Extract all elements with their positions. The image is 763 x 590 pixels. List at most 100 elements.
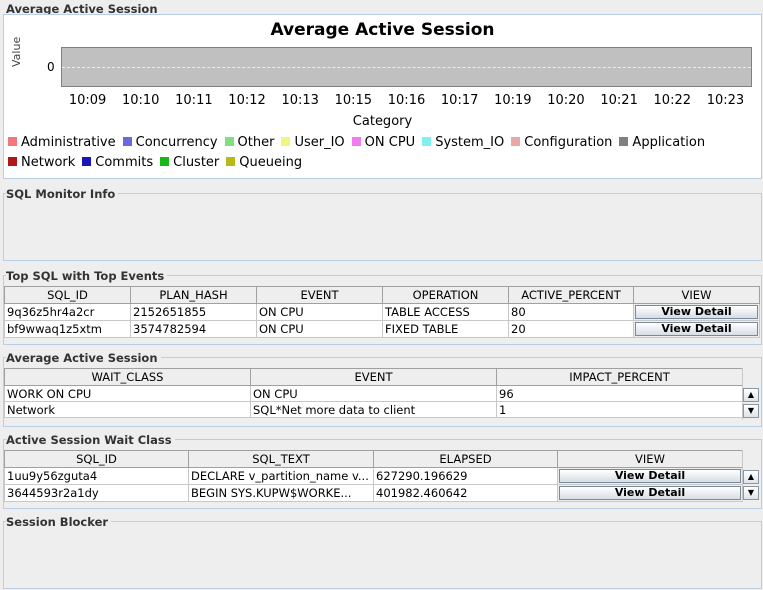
cell-wait-class[interactable]: Network (4, 401, 251, 418)
legend-item: System_IO (422, 135, 504, 150)
avg-active-title: Average Active Session (6, 351, 161, 365)
column-header-wait-class[interactable]: WAIT_CLASS (4, 368, 251, 386)
cell-sql-id[interactable]: bf9wwaq1z5xtm (4, 320, 131, 338)
cell-sql-id[interactable]: 3644593r2a1dy (4, 484, 189, 502)
cell-wait-class[interactable]: WORK ON CPU (4, 385, 251, 402)
table-header-row: SQL_ID SQL_TEXT ELAPSED VIEW (4, 450, 743, 468)
cell-sql-text[interactable]: DECLARE v_partition_name v... (188, 467, 374, 485)
cell-event[interactable]: SQL*Net more data to client (250, 401, 497, 418)
legend-item: Application (619, 135, 705, 150)
chart-x-tick: 10:13 (281, 93, 319, 108)
cell-event[interactable]: ON CPU (250, 385, 497, 402)
cell-view: View Detail (557, 467, 743, 485)
scroll-down-arrow-icon[interactable]: ▼ (743, 486, 759, 500)
sql-monitor-panel: SQL Monitor Info (0, 186, 763, 264)
column-header-impact-percent[interactable]: IMPACT_PERCENT (496, 368, 743, 386)
chart-x-tick: 10:09 (68, 93, 107, 108)
cell-operation[interactable]: TABLE ACCESS (382, 303, 509, 321)
legend-label: Other (237, 135, 275, 150)
cell-sql-id[interactable]: 9q36z5hr4a2cr (4, 303, 131, 321)
scroll-up-arrow-icon[interactable]: ▲ (743, 470, 759, 484)
aas-chart: Average Active Session Value 0 10:09 10:1… (3, 14, 762, 179)
view-detail-button[interactable]: View Detail (635, 322, 758, 336)
cell-sql-id[interactable]: 1uu9y56zguta4 (4, 467, 189, 485)
table-row[interactable]: 9q36z5hr4a2cr 2152651855 ON CPU TABLE AC… (4, 303, 760, 321)
legend-swatch (619, 137, 629, 146)
table-row[interactable]: bf9wwaq1z5xtm 3574782594 ON CPU FIXED TA… (4, 320, 760, 338)
legend-swatch (511, 137, 521, 146)
cell-event[interactable]: ON CPU (256, 303, 383, 321)
cell-active-percent[interactable]: 80 (508, 303, 634, 321)
view-detail-button[interactable]: View Detail (635, 305, 758, 319)
legend-label: Network (21, 155, 76, 170)
column-header-sql-text[interactable]: SQL_TEXT (188, 450, 374, 468)
table-row[interactable]: WORK ON CPU ON CPU 96 (4, 385, 743, 402)
cell-impact-percent[interactable]: 96 (496, 385, 743, 402)
legend-label: Commits (95, 155, 154, 170)
scroll-down-arrow-icon[interactable]: ▼ (743, 404, 759, 418)
view-detail-button[interactable]: View Detail (559, 469, 741, 483)
cell-sql-text[interactable]: BEGIN SYS.KUPW$WORKE... (188, 484, 374, 502)
cell-view: View Detail (557, 484, 743, 502)
cell-elapsed[interactable]: 401982.460642 (373, 484, 558, 502)
chart-x-tick: 10:15 (334, 93, 373, 108)
view-detail-button[interactable]: View Detail (559, 486, 741, 500)
scroll-up-arrow-icon[interactable]: ▲ (743, 388, 759, 402)
avg-active-table: WAIT_CLASS EVENT IMPACT_PERCENT WORK ON … (4, 368, 743, 418)
column-header-active-percent[interactable]: ACTIVE_PERCENT (508, 286, 634, 304)
column-header-event[interactable]: EVENT (256, 286, 383, 304)
chart-x-tick: 10:16 (387, 93, 426, 108)
column-header-elapsed[interactable]: ELAPSED (373, 450, 558, 468)
legend-swatch (422, 137, 432, 146)
cell-elapsed[interactable]: 627290.196629 (373, 467, 558, 485)
legend-label: Cluster (173, 155, 220, 170)
cell-operation[interactable]: FIXED TABLE (382, 320, 509, 338)
chart-x-tick: 10:22 (653, 93, 691, 108)
cell-event[interactable]: ON CPU (256, 320, 383, 338)
chart-title: Average Active Session (270, 20, 495, 40)
legend-label: Configuration (524, 135, 613, 150)
chart-x-tick: 10:20 (547, 93, 585, 108)
chart-x-tick: 10:21 (600, 93, 638, 108)
table-row[interactable]: Network SQL*Net more data to client 1 (4, 401, 743, 418)
table-header-row: SQL_ID PLAN_HASH EVENT OPERATION ACTIVE_… (4, 286, 760, 304)
chart-x-tick: 10:12 (228, 93, 266, 108)
column-header-sql-id[interactable]: SQL_ID (4, 286, 131, 304)
column-header-view[interactable]: VIEW (633, 286, 760, 304)
chart-x-tick: 10:10 (121, 93, 160, 108)
session-blocker-panel: Session Blocker (0, 514, 763, 590)
cell-plan-hash[interactable]: 2152651855 (130, 303, 257, 321)
legend-swatch (224, 137, 234, 146)
legend-swatch (351, 137, 361, 146)
legend-swatch (226, 157, 236, 166)
column-header-sql-id[interactable]: SQL_ID (4, 450, 189, 468)
chart-legend-row-2: Network Commits Cluster Queueing (8, 155, 309, 170)
column-header-view[interactable]: VIEW (557, 450, 743, 468)
legend-item: Network (8, 155, 75, 170)
chart-y-axis-label: Value (10, 36, 23, 67)
column-header-plan-hash[interactable]: PLAN_HASH (130, 286, 257, 304)
legend-label: System_IO (435, 135, 505, 150)
legend-label: Application (632, 135, 706, 150)
chart-x-tick: 10:17 (440, 93, 479, 108)
legend-label: User_IO (294, 135, 345, 150)
column-header-event[interactable]: EVENT (250, 368, 497, 386)
legend-item: Queueing (226, 155, 302, 170)
legend-swatch (8, 137, 17, 146)
cell-plan-hash[interactable]: 3574782594 (130, 320, 257, 338)
legend-swatch (82, 157, 92, 166)
table-row[interactable]: 1uu9y56zguta4 DECLARE v_partition_name v… (4, 467, 743, 485)
chart-plot-area (61, 47, 752, 87)
cell-view: View Detail (633, 303, 760, 321)
wait-class-title: Active Session Wait Class (6, 433, 175, 447)
legend-item: Commits (82, 155, 153, 170)
cell-impact-percent[interactable]: 1 (496, 401, 743, 418)
table-header-row: WAIT_CLASS EVENT IMPACT_PERCENT (4, 368, 743, 386)
cell-active-percent[interactable]: 20 (508, 320, 634, 338)
column-header-operation[interactable]: OPERATION (382, 286, 509, 304)
chart-x-axis-label: Category (352, 114, 413, 129)
table-row[interactable]: 3644593r2a1dy BEGIN SYS.KUPW$WORKE... 40… (4, 484, 743, 502)
legend-item: Cluster (160, 155, 219, 170)
legend-label: Concurrency (135, 135, 218, 150)
cell-view: View Detail (633, 320, 760, 338)
